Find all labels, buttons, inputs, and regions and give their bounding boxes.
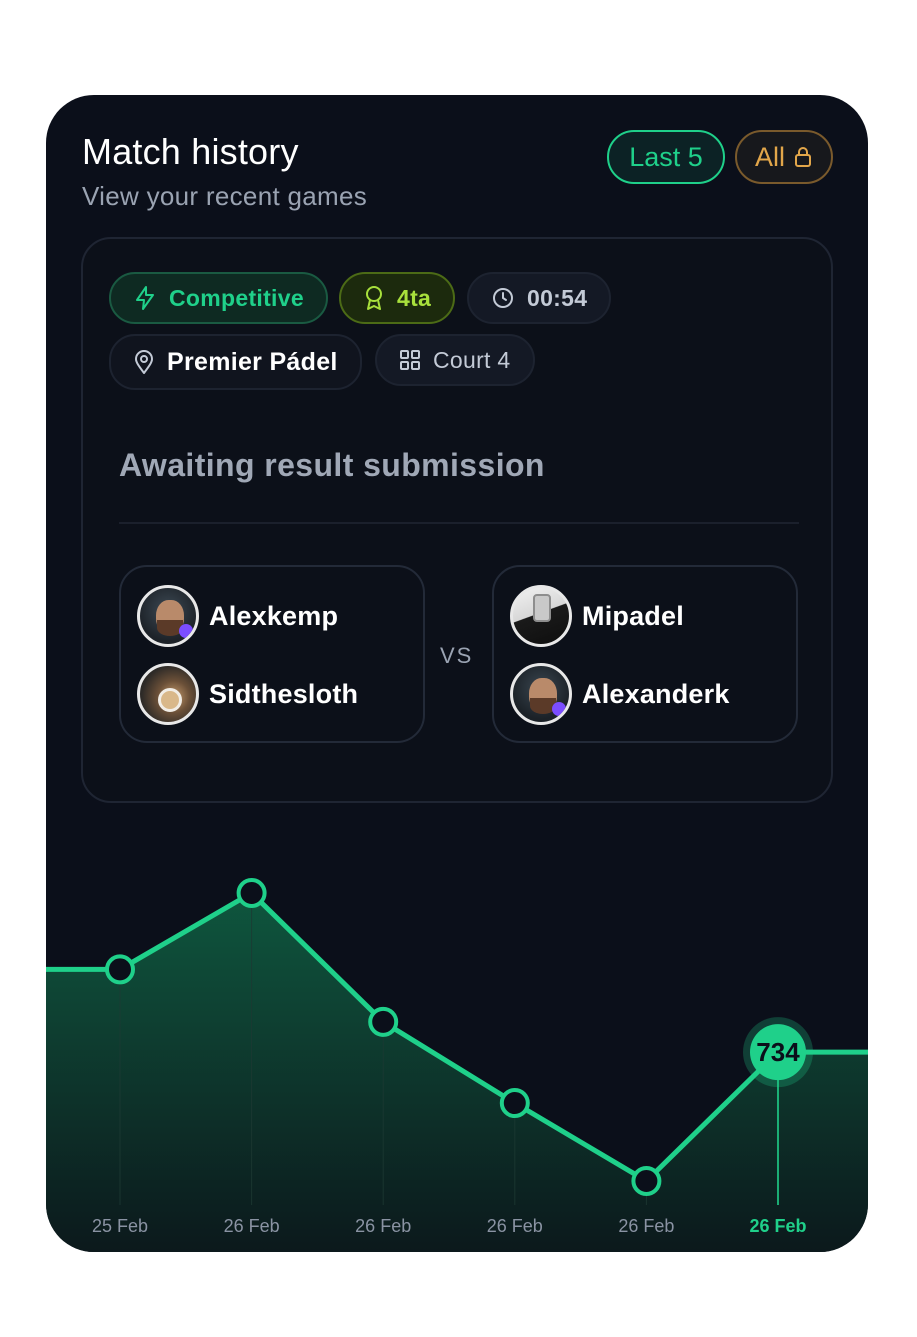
rank-label: 4ta — [397, 284, 432, 311]
filter-all-label: All — [754, 141, 785, 172]
time-tag: 00:54 — [467, 272, 612, 324]
divider — [119, 522, 799, 524]
x-tick-label: 25 Feb — [92, 1216, 148, 1236]
chart-point — [499, 1088, 530, 1119]
match-type-tag: Competitive — [109, 272, 328, 324]
avatar — [137, 585, 199, 647]
chart-point — [368, 1006, 399, 1037]
team-a: Alexkemp Sidthesloth — [119, 565, 425, 743]
player-row[interactable]: Mipadel — [510, 585, 684, 647]
team-b: Mipadel Alexanderk — [492, 565, 798, 743]
chart-area — [46, 893, 868, 1252]
player-row[interactable]: Alexkemp — [137, 585, 338, 647]
award-icon — [366, 286, 382, 310]
rating-chart: 734 25 Feb 26 Feb 26 Feb 26 Feb 26 Feb 26 Feb — [46, 878, 868, 1252]
match-type-label: Competitive — [169, 284, 304, 311]
match-card[interactable]: Competitive 4ta 00:54 Premier Pádel Cour… — [81, 237, 833, 803]
chart-point — [631, 1166, 662, 1196]
vs-label: VS — [440, 643, 474, 668]
player-name: Alexanderk — [582, 678, 730, 709]
filter-last5-label: Last 5 — [629, 141, 703, 172]
court-tag: Court 4 — [375, 334, 535, 386]
court-label: Court 4 — [433, 346, 511, 373]
filter-all-button[interactable]: All — [735, 130, 833, 184]
player-row[interactable]: Sidthesloth — [137, 663, 358, 725]
filter-last5-button[interactable]: Last 5 — [607, 130, 725, 184]
venue-tag: Premier Pádel — [109, 334, 362, 390]
match-history-card: Match history View your recent games Las… — [46, 95, 868, 1252]
avatar — [137, 663, 199, 725]
player-name: Sidthesloth — [209, 678, 359, 709]
grid-icon — [400, 350, 420, 370]
x-tick-label: 26 Feb — [355, 1216, 411, 1236]
x-tick-label: 26 Feb — [224, 1216, 280, 1236]
player-row[interactable]: Alexanderk — [510, 663, 730, 725]
x-tick-label: 26 Feb — [487, 1216, 543, 1236]
match-status: Awaiting result submission — [119, 447, 545, 483]
location-pin-icon — [135, 350, 153, 374]
page-subtitle: View your recent games — [82, 181, 368, 211]
venue-label: Premier Pádel — [167, 347, 338, 376]
player-name: Mipadel — [582, 600, 684, 631]
rank-tag: 4ta — [339, 272, 456, 324]
clock-icon — [493, 288, 513, 308]
x-tick-label: 26 Feb — [749, 1216, 806, 1236]
chart-value-label: 734 — [756, 1037, 800, 1067]
lightning-icon — [136, 286, 154, 310]
avatar — [510, 585, 572, 647]
time-label: 00:54 — [527, 284, 588, 311]
page-title: Match history — [82, 131, 299, 172]
player-name: Alexkemp — [209, 600, 339, 631]
chart-point — [236, 878, 267, 908]
chart-point — [105, 954, 135, 985]
x-tick-label: 26 Feb — [618, 1216, 674, 1236]
avatar — [510, 663, 572, 725]
lock-icon — [795, 147, 811, 167]
